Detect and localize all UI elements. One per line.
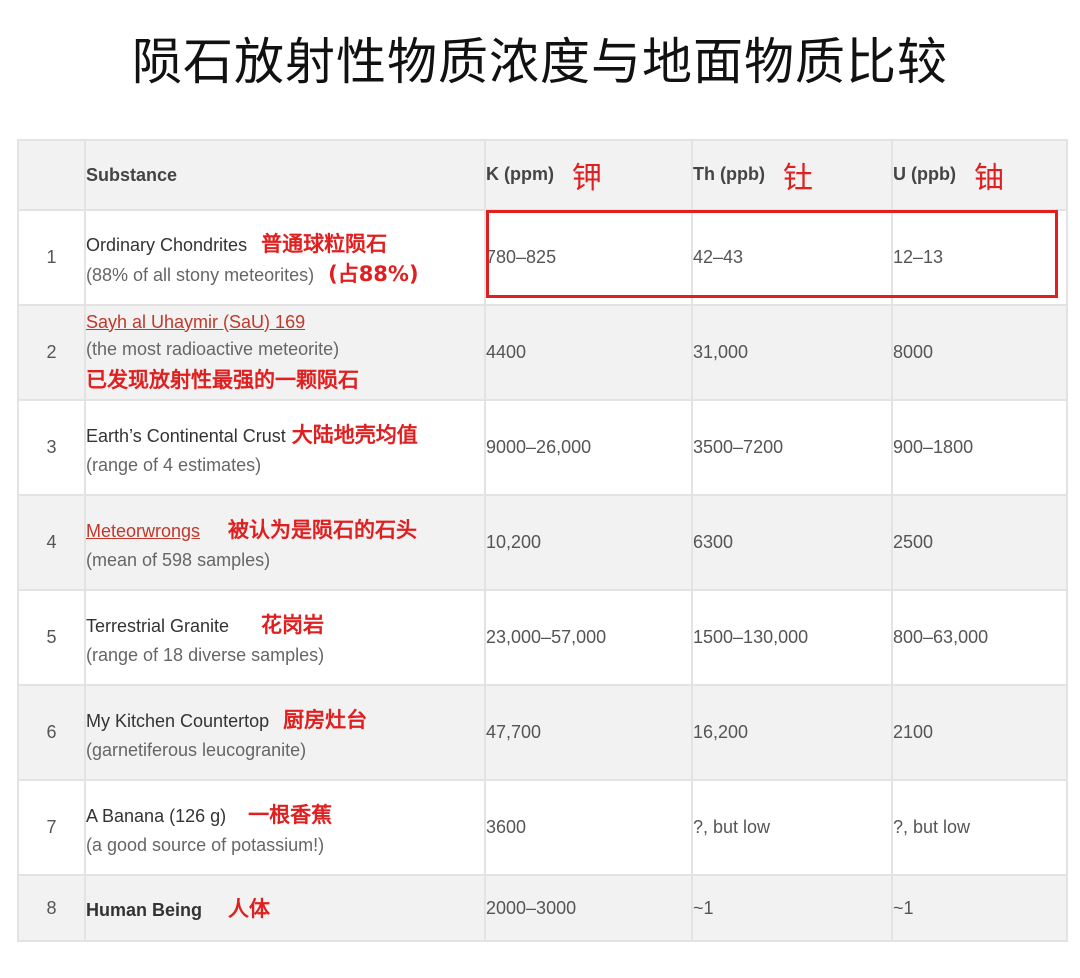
row-substance: Meteorwrongs 被认为是陨石的石头 (mean of 598 sampl… [84, 494, 486, 591]
row-index: 3 [17, 399, 86, 496]
comparison-table: Substance K (ppm) 钾 Th (ppb) 钍 U (ppb) 铀 1 … [17, 139, 1068, 942]
cell-k: 23,000–57,000 [484, 589, 693, 686]
page-title: 陨石放射性物质浓度与地面物质比较 [132, 33, 948, 91]
cell-u: 800–63,000 [891, 589, 1068, 686]
row-index: 6 [17, 684, 86, 781]
cell-th: ~1 [691, 874, 893, 942]
cell-k: 9000–26,000 [484, 399, 693, 496]
row-substance: Terrestrial Granite 花岗岩 (range of 18 dive… [84, 589, 486, 686]
cell-th: 31,000 [691, 304, 893, 401]
substance-link[interactable]: Sayh al Uhaymir (SaU) 169 [86, 312, 305, 332]
cell-k: 780–825 [484, 209, 693, 306]
annotation: 被认为是陨石的石头 [228, 518, 418, 542]
cell-k: 3600 [484, 779, 693, 876]
substance-note: (range of 4 estimates) [86, 455, 262, 475]
substance-name: Terrestrial Granite [86, 616, 230, 636]
substance-note: (mean of 598 samples) [86, 550, 271, 570]
substance-note: (the most radioactive meteorite) [86, 338, 340, 359]
table-header-row: Substance K (ppm) 钾 Th (ppb) 钍 U (ppb) 铀 [17, 139, 1068, 211]
table-row: 8 Human Being 人体 2000–3000 ~1 ~1 [17, 874, 1068, 942]
cell-k: 2000–3000 [484, 874, 693, 942]
cell-th: 3500–7200 [691, 399, 893, 496]
row-index: 8 [17, 874, 86, 942]
cell-k: 47,700 [484, 684, 693, 781]
row-index: 1 [17, 209, 86, 306]
header-substance: Substance [84, 139, 486, 211]
cell-th: 16,200 [691, 684, 893, 781]
substance-name: Ordinary Chondrites [86, 234, 248, 255]
annotation: 花岗岩 [261, 613, 325, 637]
table-row: 3 Earth’s Continental Crust 大陆地壳均值 (range… [17, 399, 1068, 496]
table-row: 5 Terrestrial Granite 花岗岩 (range of 18 di… [17, 589, 1068, 686]
annotation-secondary: (占88%) [328, 261, 419, 286]
substance-link[interactable]: Meteorwrongs [86, 521, 200, 541]
annotation: 普通球粒陨石 [261, 231, 388, 256]
header-k-annotation: 钾 [571, 161, 602, 196]
annotation: 厨房灶台 [283, 708, 368, 732]
substance-note: (garnetiferous leucogranite) [86, 740, 307, 760]
row-index: 2 [17, 304, 86, 401]
annotation: 大陆地壳均值 [291, 423, 418, 447]
header-u-annotation: 铀 [973, 161, 1004, 196]
row-index: 5 [17, 589, 86, 686]
table-row: 1 Ordinary Chondrites 普通球粒陨石 (88% of all … [17, 209, 1068, 306]
row-index: 4 [17, 494, 86, 591]
row-substance: A Banana (126 g) 一根香蕉 (a good source of p… [84, 779, 486, 876]
row-substance: My Kitchen Countertop 厨房灶台 (garnetiferous… [84, 684, 486, 781]
substance-note: (88% of all stony meteorites) [86, 264, 315, 285]
cell-u: 2100 [891, 684, 1068, 781]
table-row: 6 My Kitchen Countertop 厨房灶台 (garnetifero… [17, 684, 1068, 781]
substance-name: Human Being [86, 900, 203, 920]
cell-u: 8000 [891, 304, 1068, 401]
table-row: 2 Sayh al Uhaymir (SaU) 169 (the most ra… [17, 304, 1068, 401]
cell-u: 2500 [891, 494, 1068, 591]
cell-th: 42–43 [691, 209, 893, 306]
cell-u: 900–1800 [891, 399, 1068, 496]
header-index [17, 139, 86, 211]
substance-note: (a good source of potassium!) [86, 835, 325, 855]
annotation: 一根香蕉 [248, 803, 333, 827]
substance-note: (range of 18 diverse samples) [86, 645, 325, 665]
cell-th: 6300 [691, 494, 893, 591]
row-substance: Earth’s Continental Crust 大陆地壳均值 (range o… [84, 399, 486, 496]
cell-u: ?, but low [891, 779, 1068, 876]
annotation: 人体 [228, 897, 271, 921]
row-substance: Ordinary Chondrites 普通球粒陨石 (88% of all st… [84, 209, 486, 306]
cell-k: 10,200 [484, 494, 693, 591]
substance-name: A Banana (126 g) [86, 806, 227, 826]
cell-th: ?, but low [691, 779, 893, 876]
table-row: 7 A Banana (126 g) 一根香蕉 (a good source of… [17, 779, 1068, 876]
cell-u: ~1 [891, 874, 1068, 942]
header-th-annotation: 钍 [782, 161, 813, 196]
table-row: 4 Meteorwrongs 被认为是陨石的石头 (mean of 598 sam… [17, 494, 1068, 591]
cell-th: 1500–130,000 [691, 589, 893, 686]
substance-name: Earth’s Continental Crust [86, 426, 286, 446]
annotation: 已发现放射性最强的一颗陨石 [86, 367, 359, 392]
row-substance: Sayh al Uhaymir (SaU) 169 (the most radi… [84, 304, 486, 401]
header-th: Th (ppb) 钍 [691, 139, 893, 211]
header-k: K (ppm) 钾 [484, 139, 693, 211]
cell-u: 12–13 [891, 209, 1068, 306]
row-substance: Human Being 人体 [84, 874, 486, 942]
substance-name: My Kitchen Countertop [86, 711, 270, 731]
row-index: 7 [17, 779, 86, 876]
cell-k: 4400 [484, 304, 693, 401]
header-u: U (ppb) 铀 [891, 139, 1068, 211]
